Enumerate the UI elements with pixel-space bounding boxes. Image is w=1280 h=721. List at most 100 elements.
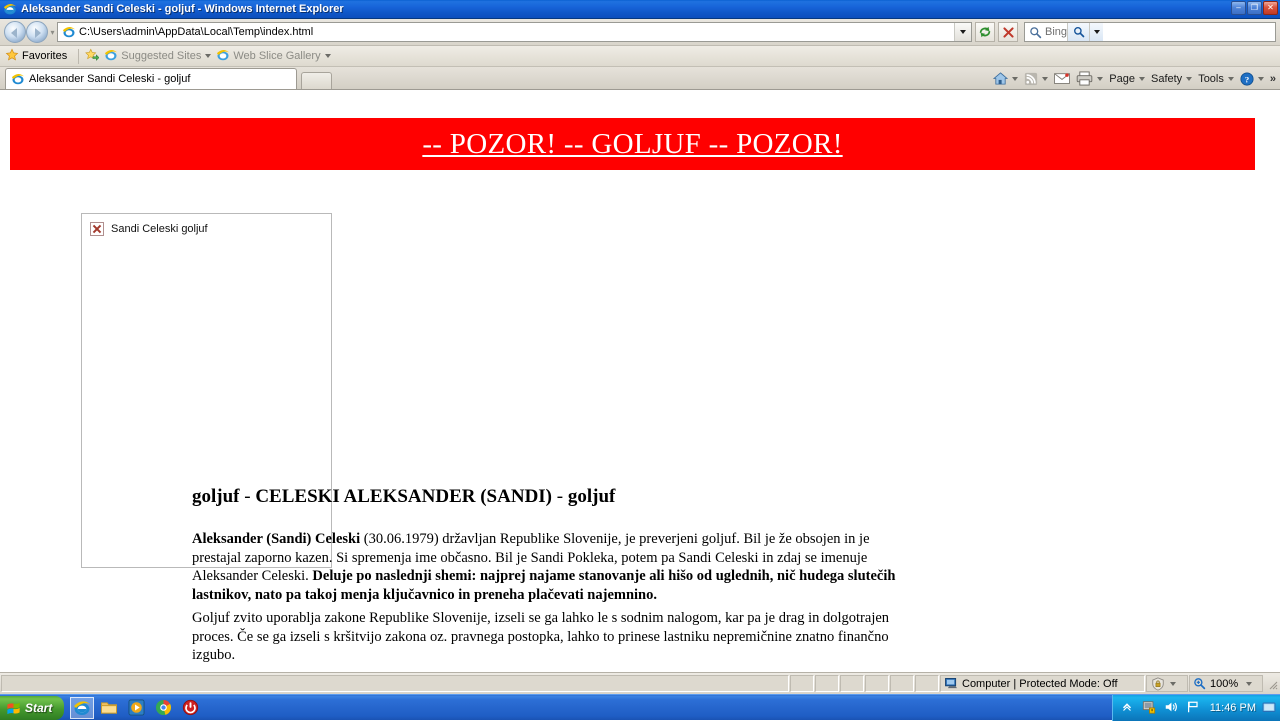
page-title: goljuf - CELESKI ALEKSANDER (SANDI) - go…: [192, 486, 910, 508]
power-icon: [182, 699, 198, 716]
chevron-down-icon[interactable]: [1257, 76, 1264, 81]
printer-icon: [1077, 71, 1093, 86]
search-go-button[interactable]: [1067, 23, 1090, 41]
help-icon: ?: [1240, 71, 1254, 86]
new-tab-button[interactable]: [301, 72, 332, 89]
taskbar-shutdown-button[interactable]: [178, 697, 202, 719]
action-center-icon[interactable]: [1142, 700, 1158, 716]
page-title-sep-1: -: [239, 486, 256, 507]
search-input[interactable]: Bing: [1045, 26, 1067, 38]
close-button[interactable]: ✕: [1263, 1, 1278, 15]
chevron-down-icon[interactable]: [1246, 681, 1253, 686]
warning-banner-text: -- POZOR! -- GOLJUF -- POZOR!: [422, 127, 843, 160]
window-title-text: Aleksander Sandi Celeski - goljuf - Wind…: [21, 3, 344, 15]
show-hidden-icons-button[interactable]: [1120, 700, 1136, 716]
maximize-button[interactable]: ❐: [1247, 1, 1262, 15]
help-button[interactable]: ?: [1237, 69, 1267, 88]
toolbar-divider: [78, 48, 80, 64]
favorites-button[interactable]: Favorites: [5, 47, 68, 65]
chevron-down-icon[interactable]: [1097, 76, 1104, 81]
search-icon: [1073, 27, 1084, 38]
safety-menu-button[interactable]: Safety: [1148, 69, 1195, 88]
window-title-bar[interactable]: Aleksander Sandi Celeski - goljuf - Wind…: [0, 0, 1280, 19]
address-bar[interactable]: C:\Users\admin\AppData\Local\Temp\index.…: [57, 22, 972, 42]
mail-icon: [1054, 73, 1071, 84]
system-tray: 11:46 PM: [1111, 694, 1280, 721]
status-segment-1: [790, 675, 814, 692]
mail-button[interactable]: [1051, 69, 1073, 88]
show-desktop-button[interactable]: [1262, 700, 1276, 716]
status-segment-5: [890, 675, 914, 692]
start-label: Start: [25, 700, 53, 715]
minimize-button[interactable]: –: [1231, 1, 1246, 15]
rss-icon: [1025, 72, 1038, 85]
status-segment-2: [815, 675, 839, 692]
lock-shield-icon: [1152, 676, 1164, 691]
print-button[interactable]: [1073, 69, 1106, 88]
windows-flag-icon: [6, 701, 21, 715]
tools-menu-button[interactable]: Tools: [1195, 69, 1237, 88]
command-bar-overflow-button[interactable]: »: [1267, 73, 1276, 85]
paragraph-1: Aleksander (Sandi) Celeski (30.06.1979) …: [192, 530, 910, 605]
address-dropdown-button[interactable]: [954, 23, 971, 41]
svg-text:?: ?: [1245, 74, 1249, 84]
home-icon: [993, 72, 1009, 85]
back-button[interactable]: [4, 21, 26, 43]
chevron-down-icon[interactable]: [1170, 681, 1176, 686]
internet-explorer-icon: [3, 2, 17, 16]
tab-active[interactable]: Aleksander Sandi Celeski - goljuf: [5, 68, 297, 89]
network-icon[interactable]: [1186, 700, 1202, 716]
chevron-down-icon: [205, 54, 212, 58]
chevron-down-icon[interactable]: [1042, 76, 1049, 81]
warning-banner: -- POZOR! -- GOLJUF -- POZOR!: [10, 118, 1255, 170]
broken-image-icon: [90, 222, 104, 236]
clock[interactable]: 11:46 PM: [1210, 702, 1256, 714]
web-slice-gallery-label: Web Slice Gallery: [233, 50, 321, 62]
suggested-sites-label: Suggested Sites: [121, 50, 202, 62]
refresh-button[interactable]: [975, 22, 995, 42]
resize-grip[interactable]: [1266, 678, 1278, 690]
chevron-down-icon[interactable]: [1012, 76, 1019, 81]
internet-explorer-icon: [74, 700, 91, 715]
volume-icon[interactable]: [1164, 700, 1180, 716]
security-zone-indicator[interactable]: Computer | Protected Mode: Off: [940, 675, 1145, 692]
favorites-label: Favorites: [22, 50, 68, 62]
web-slice-gallery-button[interactable]: Web Slice Gallery: [216, 48, 331, 65]
search-box[interactable]: Bing: [1024, 22, 1276, 42]
page-title-prefix: goljuf: [192, 486, 240, 507]
zoom-control[interactable]: 100%: [1189, 675, 1263, 692]
address-url-text[interactable]: C:\Users\admin\AppData\Local\Temp\index.…: [79, 26, 954, 38]
privacy-indicator[interactable]: [1146, 675, 1188, 692]
stop-button[interactable]: [998, 22, 1018, 42]
internet-explorer-icon: [216, 48, 230, 65]
page-menu-button[interactable]: Page: [1106, 69, 1148, 88]
feeds-button[interactable]: [1021, 69, 1051, 88]
add-to-favorites-bar-button[interactable]: [85, 48, 100, 65]
chevron-down-icon: [1186, 76, 1193, 81]
taskbar-media-player-button[interactable]: [124, 697, 148, 719]
start-button[interactable]: Start: [0, 695, 65, 720]
search-provider-dropdown[interactable]: [1089, 23, 1104, 41]
article: goljuf - CELESKI ALEKSANDER (SANDI) - go…: [192, 486, 910, 670]
chevron-down-icon: [960, 30, 966, 34]
page-menu-label: Page: [1109, 72, 1135, 85]
taskbar-ie-button[interactable]: [70, 696, 95, 719]
broken-image-alt-text: Sandi Celeski goljuf: [111, 223, 208, 235]
zoom-level-label: 100%: [1210, 677, 1239, 690]
status-segment-6: [915, 675, 939, 692]
command-bar: Page Safety Tools ? »: [990, 69, 1276, 88]
chevron-down-icon: [324, 54, 331, 58]
suggested-sites-button[interactable]: Suggested Sites: [104, 48, 212, 65]
window-controls[interactable]: – ❐ ✕: [1231, 1, 1278, 15]
taskbar-chrome-button[interactable]: [151, 697, 175, 719]
recent-pages-caret-icon[interactable]: ▾: [48, 28, 57, 37]
status-segment-3: [840, 675, 864, 692]
chevron-down-icon: [1227, 76, 1234, 81]
taskbar-explorer-button[interactable]: [97, 697, 121, 719]
subject-name: Aleksander (Sandi) Celeski: [192, 531, 361, 547]
forward-button[interactable]: [26, 21, 48, 43]
home-button[interactable]: [990, 69, 1021, 88]
page-title-sep-2: -: [552, 486, 568, 507]
taskbar: Start 11:46 PM: [0, 694, 1280, 721]
computer-icon: [945, 678, 958, 689]
